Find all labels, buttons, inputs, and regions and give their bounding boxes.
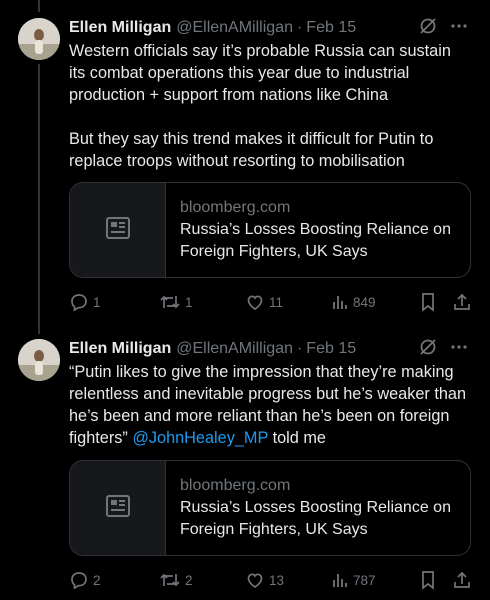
more-icon[interactable] bbox=[450, 338, 468, 361]
card-title: Russia’s Losses Boosting Reliance on bbox=[180, 499, 451, 516]
separator: · bbox=[296, 19, 303, 36]
tweet-text-line: fighters” @JohnHealey_MP told me bbox=[69, 427, 481, 449]
views-count: 849 bbox=[353, 294, 376, 310]
reply-count: 1 bbox=[93, 294, 101, 310]
views-button[interactable]: 787 bbox=[331, 569, 376, 591]
repost-count: 2 bbox=[185, 572, 193, 588]
like-count: 11 bbox=[269, 294, 284, 310]
link-card[interactable]: bloomberg.com Russia’s Losses Boosting R… bbox=[69, 460, 471, 556]
tweet-text-line: But they say this trend makes it difficu… bbox=[69, 130, 434, 148]
like-icon bbox=[245, 292, 265, 312]
like-count: 13 bbox=[269, 572, 285, 588]
avatar[interactable] bbox=[18, 339, 60, 381]
repost-button[interactable]: 2 bbox=[159, 569, 193, 591]
tweet-text-line: he’s been and more reliant than he’s bee… bbox=[69, 407, 450, 425]
views-count: 787 bbox=[353, 572, 376, 588]
reply-icon bbox=[69, 292, 89, 312]
tweet-text: “Putin likes to give the impression that… bbox=[69, 361, 481, 449]
tweet-date[interactable]: Feb 15 bbox=[306, 19, 356, 37]
grok-icon[interactable] bbox=[418, 337, 438, 362]
tweet-text-line: Western officials say it’s probable Russ… bbox=[69, 42, 451, 60]
like-button[interactable]: 13 bbox=[245, 569, 284, 591]
reply-count: 2 bbox=[93, 572, 101, 588]
tweet-text-segment: told me bbox=[268, 429, 326, 447]
like-button[interactable]: 11 bbox=[245, 291, 283, 313]
reply-icon bbox=[69, 570, 89, 590]
more-icon[interactable] bbox=[450, 17, 468, 40]
article-icon bbox=[104, 492, 132, 525]
tweet-header: Ellen Milligan @EllenAMilligan · Feb 15 bbox=[69, 338, 480, 360]
tweet-date[interactable]: Feb 15 bbox=[306, 340, 356, 358]
separator: · bbox=[296, 340, 303, 357]
author-name[interactable]: Ellen Milligan bbox=[69, 340, 171, 358]
reply-button[interactable]: 1 bbox=[69, 291, 101, 313]
tweet-text-line bbox=[69, 106, 481, 128]
like-icon bbox=[245, 570, 265, 590]
repost-icon bbox=[159, 292, 181, 312]
views-button[interactable]: 849 bbox=[331, 291, 376, 313]
mention-link[interactable]: @JohnHealey_MP bbox=[132, 429, 268, 447]
repost-icon bbox=[159, 570, 181, 590]
bookmark-icon[interactable] bbox=[419, 569, 437, 591]
link-card[interactable]: bloomberg.com Russia’s Losses Boosting R… bbox=[69, 182, 471, 278]
reply-button[interactable]: 2 bbox=[69, 569, 101, 591]
action-bar: 2 2 13 787 bbox=[69, 569, 474, 591]
tweet-text-line: production + support from nations like C… bbox=[69, 86, 389, 104]
views-icon bbox=[331, 571, 349, 589]
tweet[interactable]: Ellen Milligan @EllenAMilligan · Feb 15 … bbox=[0, 326, 490, 600]
card-thumbnail bbox=[70, 183, 166, 277]
share-icon[interactable] bbox=[452, 569, 472, 591]
card-domain: bloomberg.com bbox=[180, 477, 291, 494]
tweet-text-segment: fighters” bbox=[69, 429, 133, 447]
action-bar: 1 1 11 849 bbox=[69, 291, 474, 313]
author-name[interactable]: Ellen Milligan bbox=[69, 19, 171, 37]
tweet-text-line: replace troops without resorting to mobi… bbox=[69, 152, 405, 170]
card-title: Russia’s Losses Boosting Reliance on bbox=[180, 221, 451, 238]
tweet-text-line: “Putin likes to give the impression that… bbox=[69, 363, 454, 381]
tweet-text-line: its combat operations this year due to i… bbox=[69, 64, 410, 82]
tweet-text-line: relentless and inevitable progress but h… bbox=[69, 385, 467, 403]
card-domain: bloomberg.com bbox=[180, 199, 291, 216]
repost-count: 1 bbox=[185, 294, 193, 310]
card-thumbnail bbox=[70, 461, 166, 555]
author-handle[interactable]: @EllenAMilligan bbox=[176, 340, 293, 358]
grok-icon[interactable] bbox=[418, 16, 438, 41]
article-icon bbox=[104, 214, 132, 247]
author-handle[interactable]: @EllenAMilligan bbox=[176, 19, 293, 37]
avatar[interactable] bbox=[18, 18, 60, 60]
tweet-header: Ellen Milligan @EllenAMilligan · Feb 15 bbox=[69, 17, 480, 39]
share-icon[interactable] bbox=[452, 291, 472, 313]
tweet-text: Western officials say it’s probable Russ… bbox=[69, 40, 481, 172]
repost-button[interactable]: 1 bbox=[159, 291, 193, 313]
bookmark-icon[interactable] bbox=[419, 291, 437, 313]
tweet[interactable]: Ellen Milligan @EllenAMilligan · Feb 15 … bbox=[0, 0, 490, 326]
card-title: Foreign Fighters, UK Says bbox=[180, 521, 368, 538]
card-title: Foreign Fighters, UK Says bbox=[180, 243, 368, 260]
views-icon bbox=[331, 293, 349, 311]
